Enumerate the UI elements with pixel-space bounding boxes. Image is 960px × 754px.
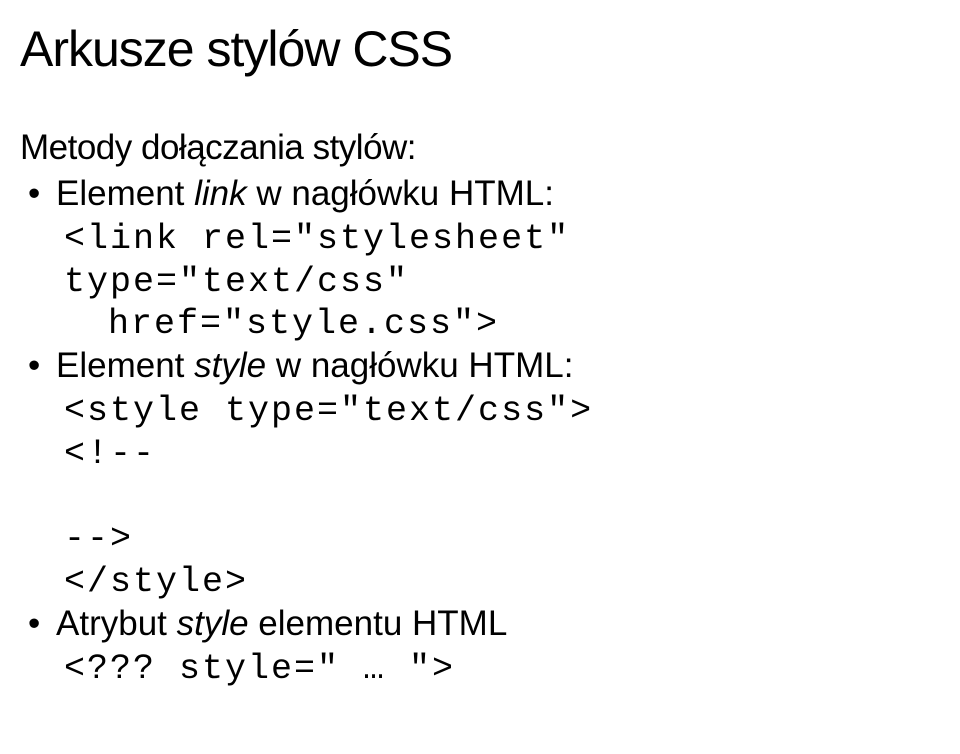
page-title: Arkusze stylów CSS xyxy=(20,20,930,78)
code-line: <style type="text/css"> xyxy=(64,390,930,433)
code-line xyxy=(64,475,930,518)
item-text-emph: style xyxy=(194,346,266,385)
item-text-emph: style xyxy=(177,604,249,643)
code-line: --> xyxy=(64,518,930,561)
list-item: Element style w nagłówku HTML: xyxy=(28,346,930,386)
item-text-emph: link xyxy=(194,174,247,213)
item-text-suffix: w nagłówku HTML: xyxy=(247,174,554,213)
list-item: Atrybut style elementu HTML xyxy=(28,604,930,644)
section-subtitle: Metody dołączania stylów: xyxy=(20,128,930,168)
code-line: <!-- xyxy=(64,433,930,476)
item-text-suffix: w nagłówku HTML: xyxy=(266,346,573,385)
code-line: </style> xyxy=(64,561,930,604)
item-text-prefix: Atrybut xyxy=(56,604,177,643)
code-line: <link rel="stylesheet" type="text/css" xyxy=(64,218,930,303)
item-text-suffix: elementu HTML xyxy=(249,604,508,643)
list-item: Element link w nagłówku HTML: xyxy=(28,174,930,214)
item-text-prefix: Element xyxy=(56,346,194,385)
method-list: Element link w nagłówku HTML: <link rel=… xyxy=(28,174,930,690)
code-line: href="style.css"> xyxy=(108,303,930,346)
item-text-prefix: Element xyxy=(56,174,194,213)
code-line: <??? style=" … "> xyxy=(64,648,930,691)
